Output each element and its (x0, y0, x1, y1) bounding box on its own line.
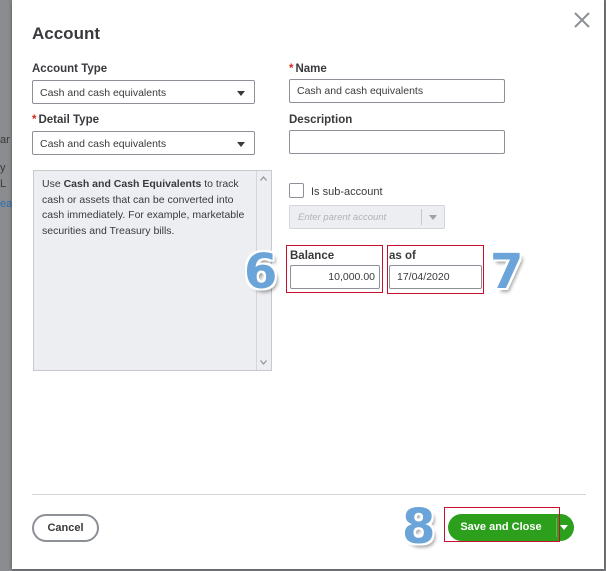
account-dialog: Account Account Type Cash and cash equiv… (12, 0, 604, 569)
description-label: Description (289, 114, 353, 126)
background-text: y (0, 162, 6, 174)
parent-account-select[interactable]: Enter parent account (289, 205, 445, 229)
background-page: ar y L ea (0, 0, 12, 571)
account-type-select[interactable]: Cash and cash equivalents (32, 80, 255, 104)
as-of-label: as of (389, 250, 416, 262)
account-type-label: Account Type (32, 63, 108, 75)
name-input[interactable] (289, 79, 505, 103)
chevron-down-icon[interactable] (560, 525, 568, 530)
sub-account-checkbox[interactable] (289, 183, 304, 198)
as-of-date-input[interactable] (389, 265, 482, 289)
close-icon[interactable] (572, 10, 592, 30)
chevron-down-icon (237, 142, 245, 147)
step-7-annotation: 7 (490, 244, 524, 300)
help-text: Use Cash and Cash Equivalents to track c… (42, 178, 245, 237)
description-input[interactable] (289, 130, 505, 154)
chevron-down-icon[interactable] (260, 359, 267, 366)
step-8-annotation: 8 (402, 499, 436, 555)
balance-input[interactable] (290, 265, 380, 289)
footer-divider (32, 494, 586, 495)
chevron-down-icon (237, 91, 245, 96)
background-text: ar (0, 134, 10, 146)
cancel-button[interactable]: Cancel (32, 514, 99, 542)
chevron-up-icon[interactable] (260, 175, 267, 182)
balance-label: Balance (290, 250, 335, 262)
step-6-annotation: 6 (244, 244, 278, 300)
detail-type-help: Use Cash and Cash Equivalents to track c… (33, 170, 272, 371)
detail-type-select[interactable]: Cash and cash equivalents (32, 131, 255, 155)
detail-type-label: * Detail Type (32, 114, 99, 126)
background-text: L (0, 178, 7, 190)
sub-account-label: Is sub-account (311, 186, 383, 198)
dialog-title: Account (32, 24, 100, 43)
background-link: ea (0, 198, 13, 210)
chevron-down-icon (429, 215, 437, 220)
name-label: * Name (289, 63, 327, 75)
save-highlight (444, 507, 560, 542)
